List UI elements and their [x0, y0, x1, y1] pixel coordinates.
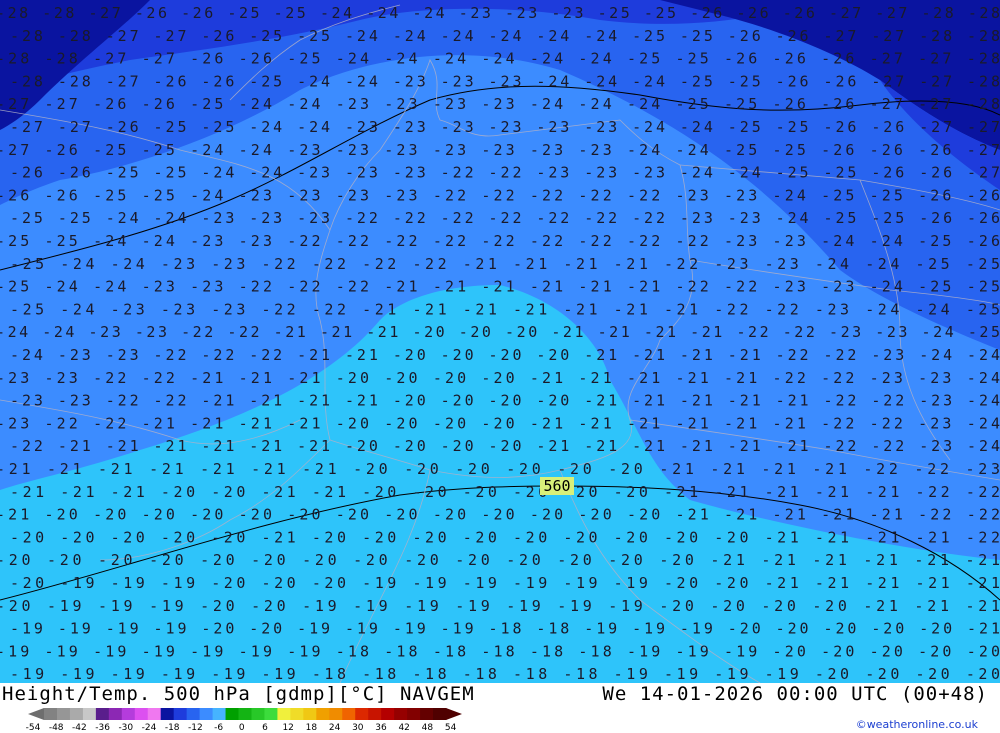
colorbar-swatch — [251, 708, 265, 720]
map-datetime: We 14-01-2026 00:00 UTC (00+48) — [602, 683, 988, 705]
colorbar-tick-label: -24 — [141, 723, 157, 733]
label-row-10: -25 -25 -24 -24 -23 -23 -22 -22 -22 -22 … — [0, 232, 1000, 250]
colorbar-tick-label: 0 — [238, 723, 245, 733]
label-row-6: -27 -26 -25 -25 -24 -24 -23 -23 -23 -23 … — [0, 141, 1000, 159]
label-row-18: -23 -22 -22 -21 -21 -21 -21 -20 -20 -20 … — [0, 414, 1000, 432]
colorbar-swatch — [121, 708, 136, 720]
colorbar-left-arrow — [28, 708, 44, 720]
colorbar-tick-label: 54 — [444, 723, 457, 733]
credit-text: ©weatheronline.co.uk — [855, 718, 978, 731]
colorbar-swatch — [199, 708, 214, 720]
label-row-16: -23 -23 -22 -22 -21 -21 -21 -20 -20 -20 … — [0, 369, 1000, 387]
footer: Height/Temp. 500 hPa [gdmp][°C] NAVGEM W… — [0, 683, 1000, 733]
colorbar-swatch — [290, 708, 304, 720]
colorbar-swatch — [277, 708, 291, 720]
colorbar-swatch — [420, 708, 434, 720]
label-row-3: -28 -28 -27 -26 -26 -25 -24 -24 -23 -23 … — [10, 72, 1000, 90]
colorbar-tick-label: 24 — [328, 723, 341, 733]
colorbar-tick-label: -42 — [72, 723, 87, 733]
colorbar-swatch — [303, 708, 317, 720]
colorbar-swatch — [173, 708, 188, 720]
colorbar-tick-label: 12 — [282, 723, 294, 733]
colorbar-tick-label: 30 — [352, 723, 364, 733]
label-row-4: -27 -27 -26 -26 -25 -24 -24 -23 -23 -23 … — [0, 95, 1000, 113]
label-row-24: -20 -20 -20 -20 -20 -20 -20 -20 -20 -20 … — [0, 551, 1000, 569]
colorbar-swatch — [44, 708, 58, 720]
colorbar-tick-label: -48 — [48, 723, 64, 733]
colorbar-swatch — [82, 708, 97, 720]
label-row-12: -25 -24 -24 -23 -23 -22 -22 -22 -21 -21 … — [0, 278, 1000, 296]
colorbar-swatch — [95, 708, 110, 720]
colorbar-swatch — [316, 708, 330, 720]
colorbar-tick-label: -6 — [214, 723, 224, 733]
temperature-map: -28 -28 -27 -26 -26 -25 -25 -24 -24 -24 … — [0, 0, 1000, 683]
colorbar-tick-label: 6 — [262, 723, 268, 733]
colorbar-tick-label: -12 — [188, 723, 203, 733]
colorbar-swatch — [225, 708, 240, 720]
colorbar-tick-label: -18 — [164, 723, 180, 733]
colorbar-swatch — [368, 708, 382, 720]
map-title: Height/Temp. 500 hPa [gdmp][°C] NAVGEM — [2, 683, 475, 705]
colorbar-swatch — [264, 708, 278, 720]
colorbar-swatch — [433, 708, 447, 720]
colorbar-swatch — [381, 708, 395, 720]
colorbar-tick-label: 18 — [305, 723, 318, 733]
label-row-19: -22 -21 -21 -21 -21 -21 -21 -20 -20 -20 … — [10, 437, 1000, 455]
colorbar-right-arrow — [446, 708, 462, 720]
label-row-26: -20 -19 -19 -19 -20 -20 -19 -19 -19 -19 … — [0, 597, 1000, 615]
label-row-22: -21 -20 -20 -20 -20 -20 -20 -20 -20 -20 … — [0, 506, 1000, 524]
colorbar-tick-label: -30 — [118, 723, 134, 733]
colorbar — [28, 708, 462, 720]
colorbar-swatch — [134, 708, 149, 720]
colorbar-swatch — [329, 708, 343, 720]
colorbar-swatch — [212, 708, 227, 720]
colorbar-swatch — [394, 708, 408, 720]
colorbar-tick-label: 42 — [398, 723, 410, 733]
label-row-5: -27 -27 -26 -25 -25 -24 -24 -23 -23 -23 … — [10, 118, 1000, 136]
map-figure: -28 -28 -27 -26 -26 -25 -25 -24 -24 -24 … — [0, 0, 1000, 733]
label-560: 560 — [543, 477, 570, 495]
label-row-20: -21 -21 -21 -21 -21 -21 -21 -20 -20 -20 … — [0, 460, 1000, 478]
colorbar-swatch — [160, 708, 175, 720]
colorbar-tick-label: -54 — [25, 723, 41, 733]
colorbar-swatch — [355, 708, 369, 720]
colorbar-swatch — [342, 708, 356, 720]
label-row-8: -26 -26 -25 -25 -24 -23 -23 -23 -23 -22 … — [0, 186, 1000, 204]
colorbar-tick-label: 36 — [375, 723, 387, 733]
label-row-15: -24 -23 -23 -22 -22 -22 -21 -21 -20 -20 … — [10, 346, 1000, 364]
colorbar-swatch — [186, 708, 201, 720]
label-row-27: -19 -19 -19 -19 -20 -20 -19 -19 -19 -19 … — [10, 620, 1000, 638]
colorbar-swatch — [407, 708, 421, 720]
label-row-2: -28 -28 -27 -27 -26 -26 -25 -24 -24 -24 … — [0, 50, 1000, 68]
label-row-28: -19 -19 -19 -19 -19 -19 -19 -18 -18 -18 … — [0, 642, 1000, 660]
colorbar-swatch — [69, 708, 84, 720]
label-row-17: -23 -23 -22 -22 -21 -21 -21 -21 -20 -20 … — [10, 392, 1000, 410]
colorbar-tick-label: 48 — [421, 723, 434, 733]
colorbar-swatch — [56, 708, 71, 720]
colorbar-tick-label: -36 — [95, 723, 110, 733]
colorbar-swatch — [108, 708, 123, 720]
label-row-1: -28 -28 -27 -27 -26 -25 -25 -24 -24 -24 … — [10, 27, 1000, 45]
label-row-7: -26 -26 -25 -25 -24 -24 -23 -23 -23 -22 … — [10, 164, 1000, 182]
label-row-9: -25 -25 -24 -24 -23 -23 -23 -22 -22 -22 … — [10, 209, 1000, 227]
colorbar-swatch — [238, 708, 252, 720]
colorbar-swatch — [147, 708, 162, 720]
